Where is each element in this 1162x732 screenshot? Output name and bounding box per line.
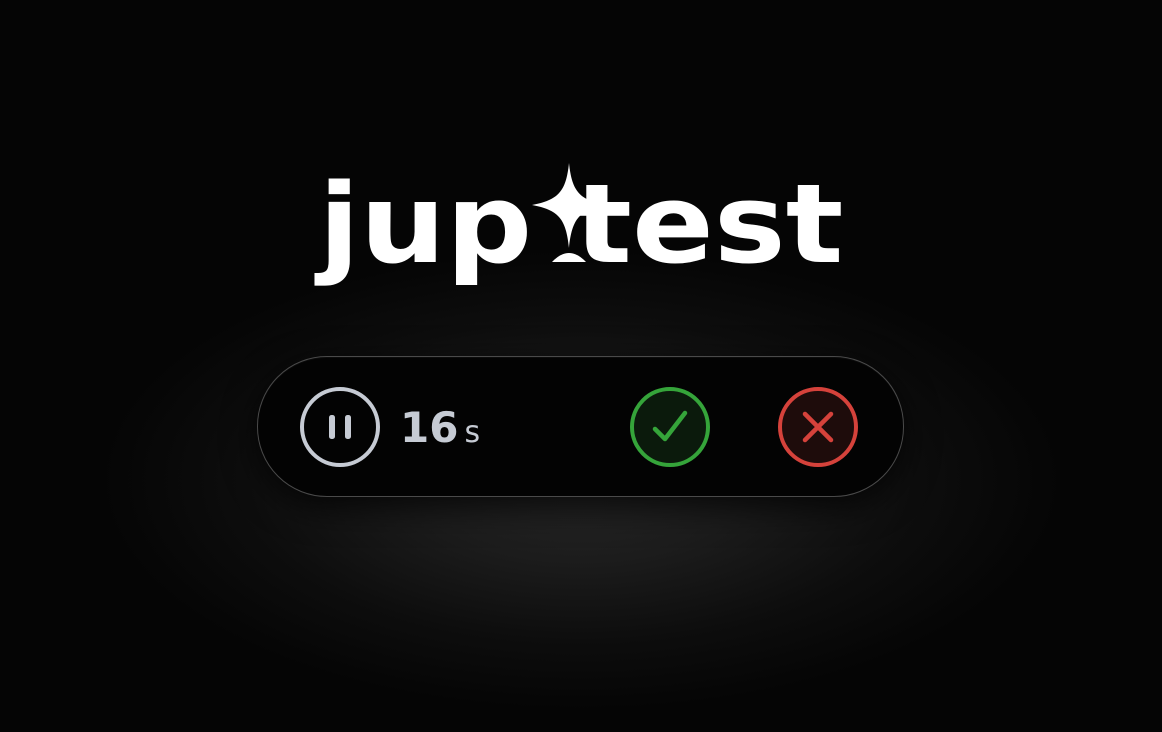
pause-icon [329,415,351,439]
checkmark-icon [652,410,688,442]
reject-button[interactable] [778,387,858,467]
timer-unit: s [464,415,481,450]
approve-button[interactable] [630,387,710,467]
countdown-timer: 16 s [400,403,480,453]
timer-value: 16 [400,403,459,452]
pause-button[interactable] [300,387,380,467]
control-bar: 16 s [257,356,904,497]
logo-text: jup test [314,160,843,288]
close-icon [802,411,834,443]
